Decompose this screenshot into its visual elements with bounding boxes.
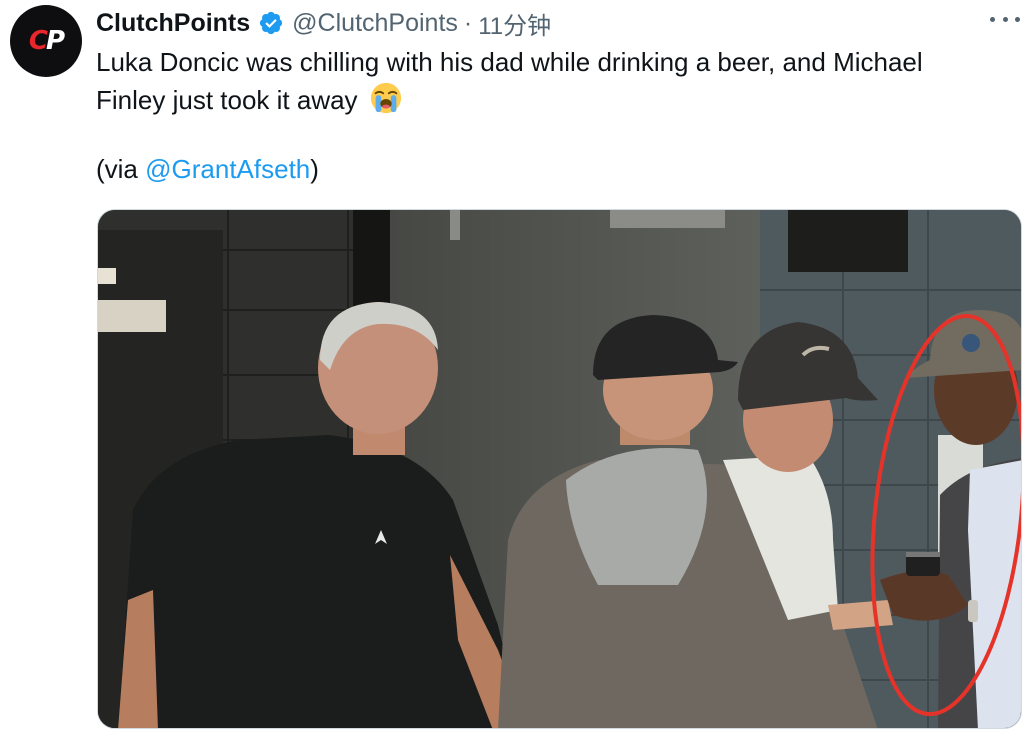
tweet-text: Luka Doncic was chilling with his dad wh…	[96, 44, 996, 119]
clutchpoints-logo: CP	[28, 26, 65, 56]
author-handle[interactable]: @ClutchPoints	[292, 9, 458, 38]
photo-scene	[98, 210, 1021, 728]
tweet-card: CP ClutchPoints @ClutchPoints · 11分钟 Luk…	[0, 0, 1024, 732]
author-avatar[interactable]: CP	[10, 5, 82, 77]
via-suffix: )	[310, 154, 319, 184]
tweet-body: Luka Doncic was chilling with his dad wh…	[96, 47, 923, 115]
via-prefix: (via	[96, 154, 146, 184]
via-credit: (via @GrantAfseth)	[96, 152, 319, 186]
tweet-media-photo[interactable]	[97, 209, 1022, 729]
via-mention-link[interactable]: @GrantAfseth	[145, 154, 310, 184]
loudly-crying-face-icon	[370, 82, 401, 114]
verified-badge-icon	[260, 11, 283, 35]
tweet-header: ClutchPoints @ClutchPoints · 11分钟	[96, 6, 551, 40]
tweet-timestamp[interactable]: 11分钟	[478, 6, 551, 41]
more-options-icon[interactable]	[990, 10, 1020, 28]
author-name[interactable]: ClutchPoints	[96, 9, 250, 38]
header-separator: ·	[463, 8, 473, 37]
